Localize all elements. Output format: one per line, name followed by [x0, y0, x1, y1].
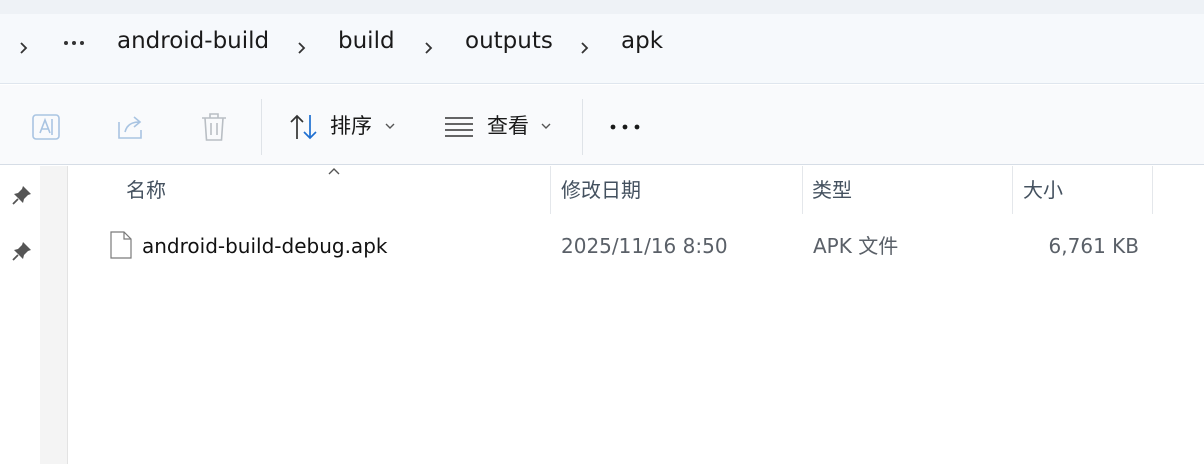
breadcrumb-item-outputs[interactable]: outputs	[465, 26, 553, 56]
chevron-down-icon	[385, 123, 395, 129]
toolbar-separator	[261, 99, 262, 155]
column-divider[interactable]	[550, 166, 551, 214]
chevron-right-icon[interactable]	[16, 41, 30, 55]
pin-icon[interactable]	[11, 184, 33, 206]
trash-icon[interactable]	[199, 111, 229, 143]
file-row[interactable]: android-build-debug.apk 2025/11/16 8:50 …	[100, 226, 1160, 266]
column-header-name[interactable]: 名称	[126, 176, 166, 204]
sort-icon	[290, 114, 317, 140]
share-icon[interactable]	[115, 112, 147, 142]
chevron-right-icon[interactable]	[294, 41, 308, 55]
more-options-icon[interactable]	[609, 122, 641, 132]
navigation-pane	[0, 166, 40, 464]
column-header-modified[interactable]: 修改日期	[561, 176, 641, 204]
breadcrumb: android-build build outputs apk	[0, 14, 1204, 84]
rename-icon[interactable]	[30, 112, 62, 142]
file-icon	[110, 231, 132, 259]
file-name[interactable]: android-build-debug.apk	[142, 232, 387, 260]
column-divider[interactable]	[802, 166, 803, 214]
column-divider[interactable]	[1012, 166, 1013, 214]
toolbar-separator	[582, 99, 583, 155]
column-header-row: 名称 修改日期 类型 大小	[70, 166, 1204, 216]
pin-icon[interactable]	[11, 240, 33, 262]
file-size: 6,761 KB	[1048, 234, 1139, 258]
chevron-right-icon[interactable]	[577, 41, 591, 55]
breadcrumb-item-apk[interactable]: apk	[621, 26, 663, 56]
navigation-scrollbar[interactable]	[40, 166, 68, 464]
column-divider[interactable]	[1152, 166, 1153, 214]
file-type: APK 文件	[813, 234, 899, 258]
column-header-type[interactable]: 类型	[812, 176, 852, 204]
chevron-down-icon	[541, 123, 551, 129]
more-breadcrumbs-icon[interactable]	[62, 38, 86, 48]
view-label: 查看	[487, 114, 529, 138]
file-modified: 2025/11/16 8:50	[561, 234, 728, 258]
command-toolbar: 排序 查看	[0, 85, 1204, 165]
breadcrumb-item-android-build[interactable]: android-build	[117, 26, 269, 56]
window-top-strip	[0, 0, 1204, 14]
column-header-size[interactable]: 大小	[1023, 176, 1063, 204]
breadcrumb-item-build[interactable]: build	[338, 26, 395, 56]
view-list-icon	[445, 117, 473, 137]
chevron-right-icon[interactable]	[421, 41, 435, 55]
sort-label: 排序	[330, 114, 372, 138]
